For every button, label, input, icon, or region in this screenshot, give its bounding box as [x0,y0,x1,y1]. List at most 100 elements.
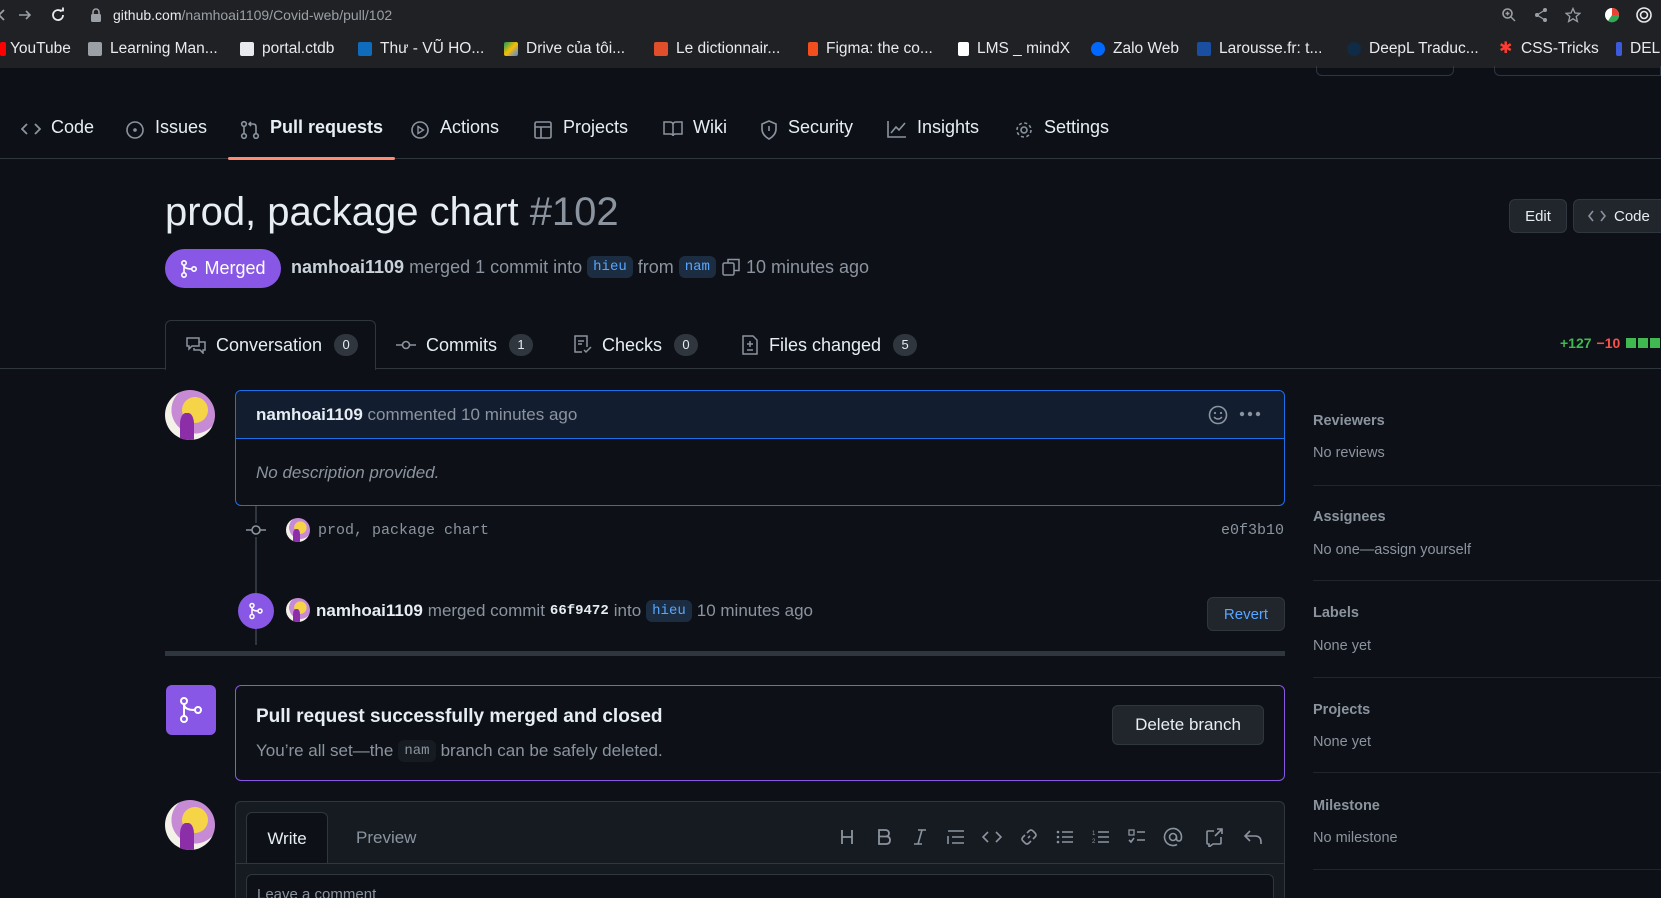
sidebar-milestone-title[interactable]: Milestone [1313,798,1380,814]
merged-state-badge: Merged [165,249,281,288]
edit-button[interactable]: Edit [1509,199,1567,233]
merge-commit-sha[interactable]: 66f9472 [550,603,609,619]
extension-icon[interactable] [1604,7,1620,23]
bookmark-zalo[interactable]: Zalo Web [1091,38,1179,60]
unordered-list-icon[interactable] [1054,826,1076,848]
link-icon[interactable] [1018,826,1040,848]
heading-icon[interactable] [836,826,858,848]
sidebar-divider [1313,677,1661,678]
lock-icon [91,8,101,22]
commit-icon [396,340,416,350]
revert-button[interactable]: Revert [1207,597,1285,631]
back-icon[interactable] [0,7,10,23]
zalo-icon [1091,42,1105,56]
commit-message[interactable]: prod, package chart [318,522,489,539]
avatar[interactable] [286,598,310,622]
bookmark-learning[interactable]: Learning Man... [88,38,218,60]
tab-commits[interactable]: Commits 1 [396,320,533,370]
preview-tab[interactable]: Preview [356,828,416,848]
tab-checks[interactable]: Checks 0 [574,320,699,370]
author-link[interactable]: namhoai1109 [291,257,404,278]
bookmark-del[interactable]: DEL [1616,38,1660,60]
tab-issues[interactable]: Issues [125,106,207,159]
pr-number: #102 [529,190,619,234]
kebab-horizontal-icon[interactable] [1239,411,1261,417]
delete-branch-button[interactable]: Delete branch [1112,705,1264,745]
header-button-partial[interactable] [1316,66,1454,76]
comment-textarea[interactable]: Leave a comment [246,874,1274,898]
commit-sha[interactable]: e0f3b10 [1221,522,1284,539]
ordered-list-icon[interactable]: 12 [1090,826,1112,848]
sidebar-reviewers-title[interactable]: Reviewers [1313,413,1385,429]
tab-wiki[interactable]: Wiki [663,106,727,159]
merge-author[interactable]: namhoai1109 [316,601,423,621]
code-icon [1588,210,1606,222]
profile-icon[interactable] [1636,7,1652,23]
merged-box-icon [166,685,216,735]
tab-settings[interactable]: Settings [1014,106,1109,159]
merge-branch-tag[interactable]: hieu [646,600,692,622]
task-list-icon[interactable] [1126,826,1148,848]
write-tab[interactable]: Write [246,812,328,864]
cross-reference-icon[interactable] [1203,826,1225,848]
bookmark-portal[interactable]: portal.ctdb [240,38,334,60]
code-button[interactable]: Code [1573,199,1661,233]
url-text[interactable]: github.com/namhoai1109/Covid-web/pull/10… [113,7,392,23]
bookmark-drive[interactable]: Drive của tôi... [504,38,625,60]
avatar[interactable] [286,518,310,542]
sidebar-projects-title[interactable]: Projects [1313,702,1370,718]
avatar[interactable] [165,800,215,850]
tab-pull-requests[interactable]: Pull requests [227,106,396,160]
tab-code[interactable]: Code [21,106,94,159]
issue-icon [126,121,144,139]
book-icon [663,121,683,137]
merge-event-time: 10 minutes ago [696,601,814,620]
avatar[interactable] [165,390,215,440]
sidebar-projects-value: None yet [1313,734,1372,750]
share-icon[interactable] [1533,7,1549,23]
tab-projects[interactable]: Projects [533,106,628,159]
zoom-icon[interactable] [1501,7,1517,23]
repo-nav: Code Issues Pull requests Actions Projec… [0,106,1661,160]
smiley-icon[interactable] [1208,405,1228,425]
base-branch-tag[interactable]: hieu [587,256,633,278]
timeline-end-divider [165,651,1285,656]
tab-conversation[interactable]: Conversation 0 [186,320,359,370]
mention-icon[interactable] [1162,826,1184,848]
italic-icon[interactable] [909,826,931,848]
header-button-partial[interactable] [1494,66,1661,76]
reply-icon[interactable] [1242,826,1264,848]
forward-icon[interactable] [17,7,33,23]
bookmark-dictionnaire[interactable]: Le dictionnair... [654,38,780,60]
tab-insights[interactable]: Insights [887,106,979,159]
diffstat-block [1638,338,1649,348]
bookmark-lms[interactable]: LMS _ mindX [958,38,1070,60]
code-icon[interactable] [981,826,1003,848]
gear-icon [1016,122,1032,138]
bookmark-deepl[interactable]: DeepL Traduc... [1347,38,1479,60]
sidebar-labels-title[interactable]: Labels [1313,605,1359,621]
head-branch-tag[interactable]: nam [678,256,716,278]
bookmark-outlook[interactable]: Thư - VŨ HO... [358,38,484,60]
diffstat-additions: +127 [1560,335,1592,351]
reload-icon[interactable] [50,7,66,23]
merge-time: 10 minutes ago [745,256,870,277]
sidebar-assignees-title[interactable]: Assignees [1313,509,1386,525]
sidebar-assignees-value[interactable]: No one—assign yourself [1313,542,1471,558]
bookmark-figma[interactable]: Figma: the co... [808,38,933,60]
bookmark-css-tricks[interactable]: ✱ CSS-Tricks [1499,38,1599,60]
quote-icon[interactable] [945,826,967,848]
tab-security[interactable]: Security [760,106,853,159]
comment-author[interactable]: namhoai1109 [256,405,363,424]
bold-icon[interactable] [873,826,895,848]
shield-icon [761,120,777,140]
bookmark-star-icon[interactable] [1565,7,1581,23]
deletable-branch-tag[interactable]: nam [398,740,436,762]
play-icon [411,121,429,139]
tab-actions[interactable]: Actions [410,106,499,159]
comment-action: commented 10 minutes ago [367,405,578,424]
bookmark-larousse[interactable]: Larousse.fr: t... [1197,38,1322,60]
copy-icon[interactable] [722,258,740,276]
tab-files-changed[interactable]: Files changed 5 [741,320,918,370]
bookmark-youtube[interactable]: YouTube [0,38,71,60]
